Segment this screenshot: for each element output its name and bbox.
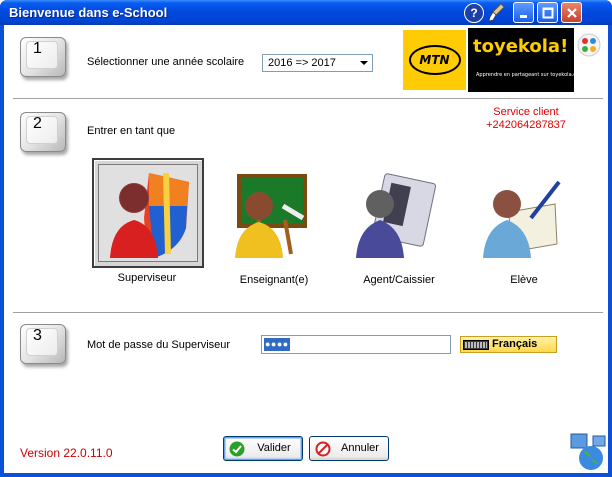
toyekola-logo: toyekola! Apprendre en partageant sur to… — [468, 28, 584, 92]
cancel-button[interactable]: Annuler — [309, 436, 389, 461]
validate-button[interactable]: Valider — [223, 436, 303, 461]
step-1-key-icon: 1 — [20, 37, 66, 77]
sponsor-banner: MTN toyekola! Apprendre en partageant su… — [401, 28, 604, 92]
role-cashier-label: Agent/Caissier — [363, 274, 435, 286]
separator — [13, 98, 603, 100]
role-supervisor-label: Superviseur — [117, 272, 177, 284]
separator — [13, 312, 603, 314]
supervisor-shield-icon — [110, 172, 189, 258]
network-globe-icon — [570, 433, 606, 470]
service-phone: +242064287837 — [486, 119, 566, 131]
teacher-board-icon — [235, 174, 307, 258]
maximize-button[interactable] — [537, 2, 558, 23]
help-icon[interactable]: ? — [464, 3, 484, 23]
version-label: Version 22.0.11.0 — [20, 446, 113, 460]
chevron-down-icon[interactable] — [356, 56, 371, 70]
keyboard-icon — [463, 340, 489, 350]
language-label: Français — [492, 338, 538, 350]
year-select-value: 2016 => 2017 — [268, 57, 336, 69]
cashier-register-icon — [356, 173, 437, 258]
step-2-key-icon: 2 — [20, 112, 66, 152]
app-logo-icon — [577, 33, 601, 57]
role-student-label: Elève — [510, 274, 538, 286]
window-title: Bienvenue dans e-School — [9, 5, 168, 20]
role-teacher[interactable]: Enseignant(e) — [219, 158, 329, 306]
customer-service: Service client +242064287837 — [486, 106, 566, 132]
password-label: Mot de passe du Superviseur — [87, 339, 231, 351]
student-book-icon — [483, 180, 561, 258]
role-supervisor[interactable]: Superviseur — [92, 158, 204, 306]
mtn-logo: MTN — [403, 30, 466, 90]
step-3-key-icon: 3 — [20, 324, 66, 364]
role-label: Entrer en tant que — [87, 125, 176, 137]
password-value: ●●●● — [264, 338, 290, 351]
password-field[interactable]: ●●●● — [261, 335, 451, 354]
brush-icon[interactable] — [487, 2, 507, 23]
year-select[interactable]: 2016 => 2017 — [262, 54, 373, 72]
role-student[interactable]: Elève — [469, 158, 579, 306]
role-teacher-label: Enseignant(e) — [239, 274, 309, 286]
role-cashier[interactable]: Agent/Caissier — [344, 158, 454, 306]
language-button[interactable]: Français — [460, 336, 557, 353]
service-title: Service client — [493, 106, 559, 118]
title-bar[interactable]: Bienvenue dans e-School ? — [0, 0, 612, 25]
close-button[interactable] — [561, 2, 582, 23]
minimize-button[interactable] — [513, 2, 534, 23]
year-label: Sélectionner une année scolaire — [87, 56, 245, 68]
cancel-icon — [315, 441, 331, 457]
check-icon — [229, 441, 245, 457]
